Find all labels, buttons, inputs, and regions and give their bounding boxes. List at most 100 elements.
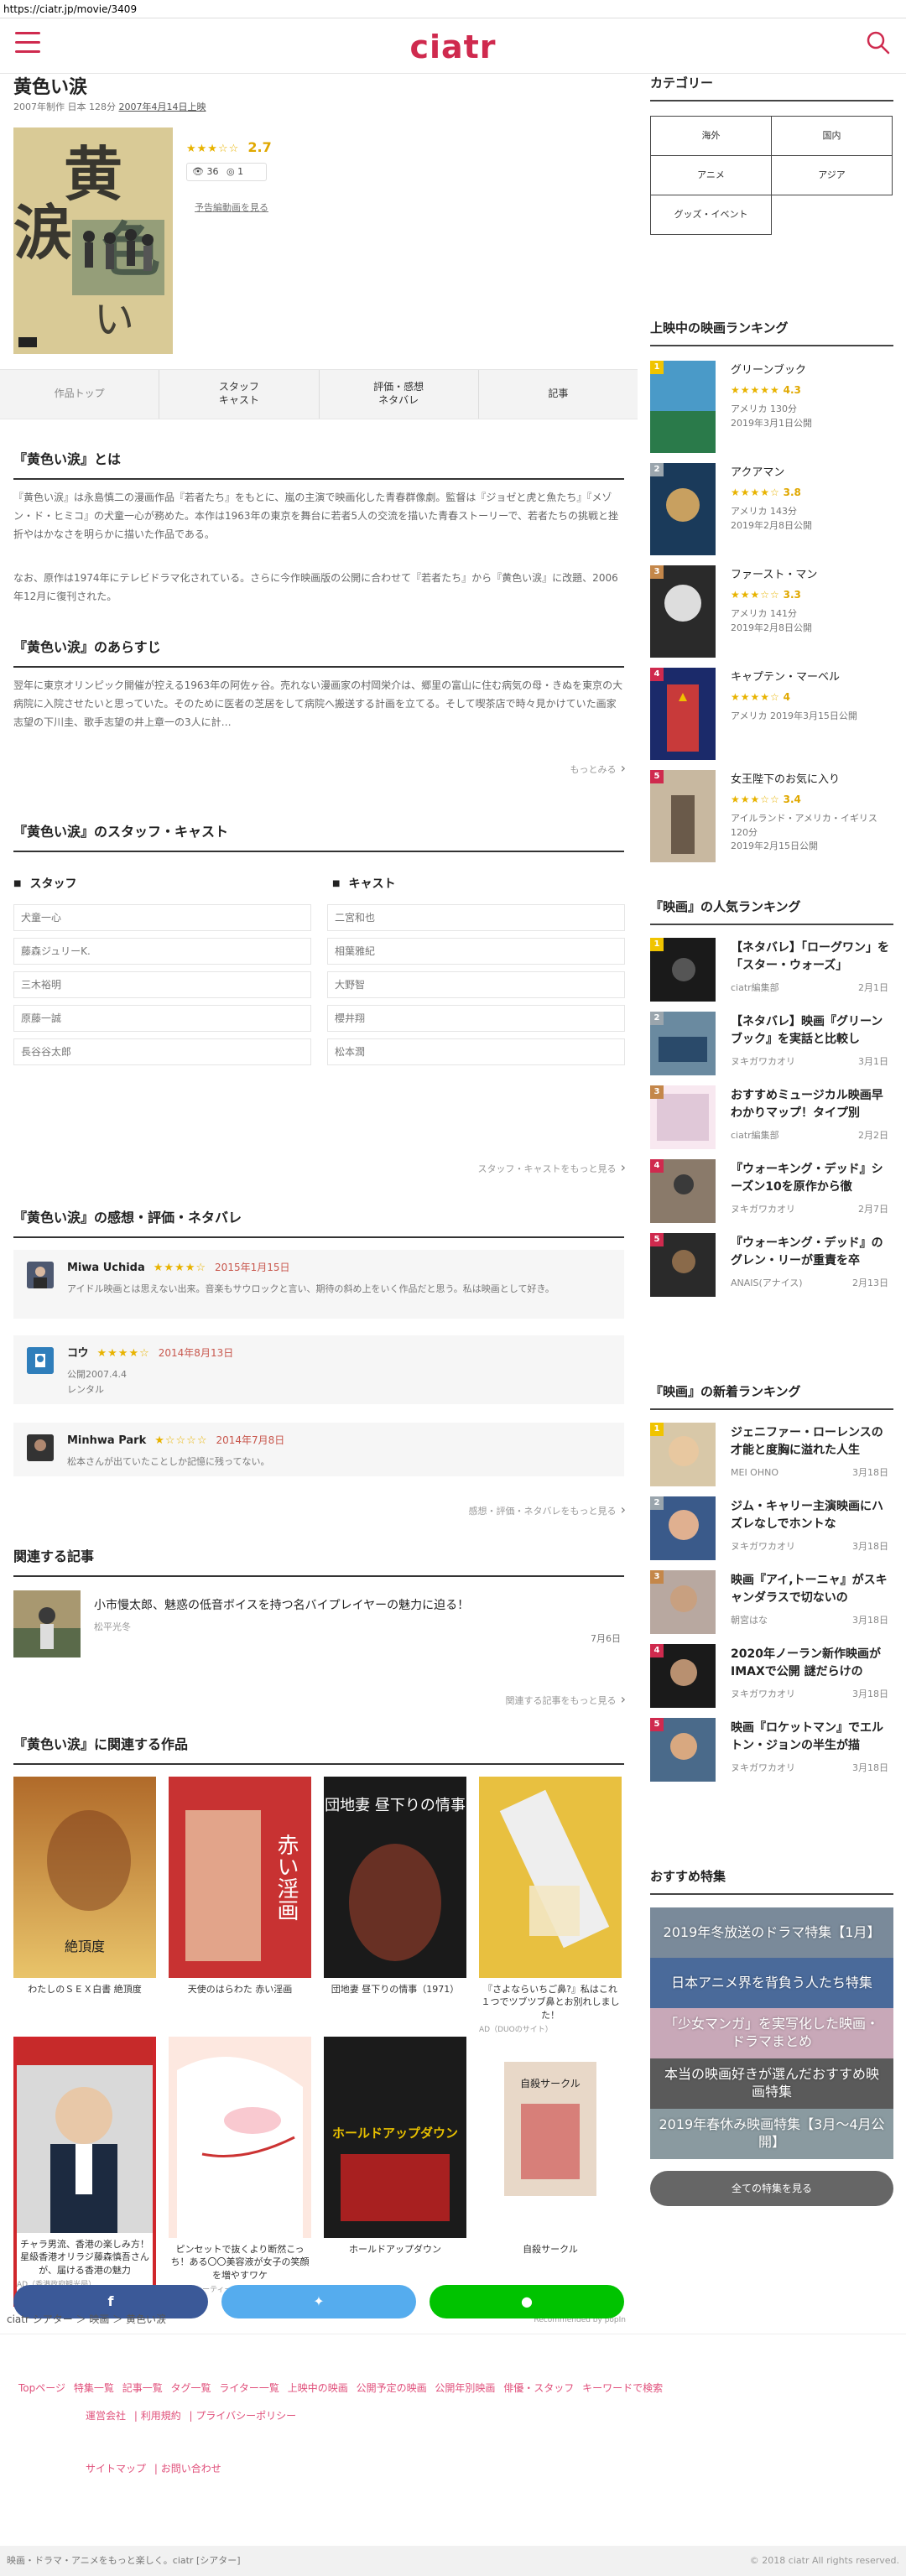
breadcrumb[interactable]: ciatr シアター ＞ 映画 ＞ 黄色い涙 [0,2305,906,2334]
ranking-title[interactable]: グリーンブック [731,362,806,379]
new-item[interactable]: 4 2020年ノーラン新作映画がIMAXで公開 謎だらけの ヌキガワカオリ 3月18日 [650,1644,893,1711]
footer-link[interactable]: 公開予定の映画 [357,2382,427,2394]
category-anime[interactable]: アニメ [650,155,772,195]
related-work-title[interactable]: 自殺サークル [479,2243,622,2256]
footer-link[interactable]: 俳優・スタッフ [503,2382,574,2394]
staff-cast-more-link[interactable]: スタッフ・キャストをもっと見る [478,1158,626,1178]
new-title[interactable]: 映画『アイ,トーニャ』がスキャンダラスで切ないの [731,1572,893,1609]
address-bar[interactable]: https://ciatr.jp/movie/3409 [0,0,906,18]
cast-item[interactable]: 櫻井翔 [327,1005,625,1032]
staff-item[interactable]: 長谷谷太郎 [13,1038,311,1065]
ranking-title[interactable]: アクアマン [731,465,784,481]
site-logo[interactable]: ciatr [0,23,906,71]
feature-banner[interactable]: 本当の映画好きが選んだおすすめ映画特集 [650,2058,893,2109]
new-title[interactable]: 映画『ロケットマン』でエルトン・ジョンの半生が描 [731,1720,893,1756]
ranking-title[interactable]: ファースト・マン [731,567,817,584]
related-work-title[interactable]: チャラ男流、香港の楽しみ方！星級香港オリラジ藤森慎吾さんが、届ける香港の魅力 [17,2238,153,2277]
footer-link[interactable]: 記事一覧 [122,2382,163,2394]
related-work-title[interactable]: 『さよならいちご鼻?』私はこれ１つでツブツブ鼻とお別れしました！ [479,1983,622,2022]
tab-top[interactable]: 作品トップ [0,370,160,419]
tab-reviews[interactable]: 評価・感想 ネタバレ [320,370,479,419]
related-work-title[interactable]: ピンセットで抜くより断然こっち！ある〇〇美容液が女子の笑顔を増やすワケ [169,2243,311,2282]
footer-link[interactable]: 上映中の映画 [288,2382,348,2394]
footer-link[interactable]: プライバシーポリシー [195,2410,296,2422]
feature-banner[interactable]: 2019年春休み映画特集【3月〜4月公開】 [650,2109,893,2159]
footer-link[interactable]: 利用規約 [141,2410,181,2422]
popular-item[interactable]: 2 【ネタバレ】映画『グリーンブック』を実話と比較し ヌキガワカオリ 3月1日 [650,1012,893,1079]
new-item[interactable]: 5 映画『ロケットマン』でエルトン・ジョンの半生が描 ヌキガワカオリ 3月18日 [650,1718,893,1785]
reviews-more-link[interactable]: 感想・評価・ネタバレをもっと見る [469,1500,626,1520]
ranking-item[interactable]: 5 女王陛下のお気に入り ★★★☆☆ 3.4 アイルランド・アメリカ・イギリス … [650,770,893,871]
review-item[interactable]: Minhwa Park ★☆☆☆☆ 2014年7月8日 松本さんが出ていたことしか記… [13,1423,624,1476]
search-icon[interactable] [866,30,891,55]
category-overseas[interactable]: 海外 [650,116,772,156]
feature-banner[interactable]: 日本アニメ界を背負う人たち特集 [650,1958,893,2008]
category-domestic[interactable]: 国内 [771,116,893,156]
footer-link[interactable]: 公開年別映画 [435,2382,495,2394]
related-work-title[interactable]: ホールドアップダウン [324,2243,466,2256]
cast-item[interactable]: 松本潤 [327,1038,625,1065]
staff-item[interactable]: 原藤一誠 [13,1005,311,1032]
category-asia[interactable]: アジア [771,155,893,195]
ranking-item[interactable]: 2 アクアマン ★★★★☆ 3.8 アメリカ 143分 2019年2月8日公開 [650,463,893,564]
footer-link[interactable]: お問い合わせ [161,2463,221,2475]
related-work-item[interactable]: 団地妻 昼下りの情事 団地妻 昼下りの情事（1971） [324,1777,466,1996]
new-title[interactable]: ジム・キャリー主演映画にハズレなしでホントな [731,1498,893,1535]
footer-link[interactable]: タグ一覧 [171,2382,211,2394]
ranking-item[interactable]: 3 ファースト・マン ★★★☆☆ 3.3 アメリカ 141分 2019年2月8日… [650,565,893,666]
popular-item[interactable]: 5 『ウォーキング・デッド』のグレン・リーが重責を卒 ANAIS(アナイス) 2月13… [650,1233,893,1300]
footer-link[interactable]: 運営会社 [86,2410,126,2422]
category-goods-events[interactable]: グッズ・イベント [650,195,772,235]
related-work-title[interactable]: 団地妻 昼下りの情事（1971） [324,1983,466,1996]
related-work-title[interactable]: わたしのＳＥＸ白書 絶頂度 [13,1983,156,1996]
cast-item[interactable]: 二宮和也 [327,904,625,931]
ranking-item[interactable]: 1 グリーンブック ★★★★★ 4.3 アメリカ 130分 2019年3月1日公… [650,361,893,461]
new-title[interactable]: 2020年ノーラン新作映画がIMAXで公開 謎だらけの [731,1646,893,1683]
related-work-item[interactable]: 絶頂度 わたしのＳＥＸ白書 絶頂度 [13,1777,156,1996]
reviewer-name[interactable]: コウ [67,1345,88,1362]
related-articles-more-link[interactable]: 関連する記事をもっと見る [506,1689,626,1710]
reviewer-name[interactable]: Minhwa Park [67,1433,146,1449]
popular-title[interactable]: 【ネタバレ】「ローグワン」を「スター・ウォーズ」 [731,939,893,976]
feature-banner[interactable]: 「少女マンガ」を実写化した映画・ドラマまとめ [650,2008,893,2058]
new-item[interactable]: 1 ジェニファー・ローレンスの才能と度胸に溢れた人生 MEI OHNO 3月18日 [650,1423,893,1490]
popular-title[interactable]: 『ウォーキング・デッド』シーズン10を原作から徹 [731,1161,893,1198]
footer-link[interactable]: Topページ [18,2382,65,2394]
ranking-title[interactable]: 女王陛下のお気に入り [731,772,840,788]
related-work-item[interactable]: ピンセットで抜くより断然こっち！ある〇〇美容液が女子の笑顔を増やすワケ AD（ビ… [169,2037,311,2297]
popular-item[interactable]: 3 おすすめミュージカル映画早わかりマップ！タイプ別 ciatr編集部 2月2日 [650,1085,893,1153]
popular-item[interactable]: 4 『ウォーキング・デッド』シーズン10を原作から徹 ヌキガワカオリ 2月7日 [650,1159,893,1226]
related-work-item[interactable]: 自殺サークル 自殺サークル [479,2037,622,2256]
related-work-item[interactable]: ホールドアップダウン ホールドアップダウン [324,2037,466,2256]
popular-title[interactable]: 【ネタバレ】映画『グリーンブック』を実話と比較し [731,1013,893,1050]
popular-title[interactable]: おすすめミュージカル映画早わかりマップ！タイプ別 [731,1087,893,1124]
related-work-title[interactable]: 天使のはらわた 赤い淫画 [169,1983,311,1996]
footer-link[interactable]: ライター一覧 [219,2382,279,2394]
review-item[interactable]: コウ ★★★★☆ 2014年8月13日 公開2007.4.4 レンタル [13,1335,624,1404]
popular-title[interactable]: 『ウォーキング・デッド』のグレン・リーが重責を卒 [731,1235,893,1272]
cast-item[interactable]: 大野智 [327,971,625,998]
staff-item[interactable]: 三木裕明 [13,971,311,998]
trailer-link[interactable]: 予告編動画を見る [195,201,268,216]
footer-link[interactable]: 特集一覧 [74,2382,114,2394]
reviewer-name[interactable]: Miwa Uchida [67,1260,145,1277]
staff-item[interactable]: 藤森ジュリーK. [13,938,311,965]
related-work-item[interactable]: 赤い淫画 天使のはらわた 赤い淫画 [169,1777,311,1996]
feature-banner[interactable]: 2019年冬放送のドラマ特集【1月】 [650,1907,893,1958]
related-article-item[interactable]: 小市慢太郎、魅惑の低音ボイスを持つ名バイプレイヤーの魅力に迫る！ 松平光冬 7月… [13,1590,626,1663]
new-item[interactable]: 2 ジム・キャリー主演映画にハズレなしでホントな ヌキガワカオリ 3月18日 [650,1496,893,1564]
new-item[interactable]: 3 映画『アイ,トーニャ』がスキャンダラスで切ないの 朝宮はな 3月18日 [650,1570,893,1637]
all-features-button[interactable]: 全ての特集を見る [650,2171,893,2206]
article-title[interactable]: 小市慢太郎、魅惑の低音ボイスを持つ名バイプレイヤーの魅力に迫る！ [94,1597,469,1615]
ranking-item[interactable]: 4 キャプテン・マーベル ★★★★☆ 4 アメリカ 2019年3月15日公開 [650,668,893,768]
synopsis-more-link[interactable]: もっとみる [570,758,626,778]
footer-link[interactable]: サイトマップ [86,2463,146,2475]
tab-articles[interactable]: 記事 [479,370,638,419]
tab-staff-cast[interactable]: スタッフ キャスト [159,370,320,419]
new-title[interactable]: ジェニファー・ローレンスの才能と度胸に溢れた人生 [731,1424,893,1461]
staff-item[interactable]: 犬童一心 [13,904,311,931]
ranking-title[interactable]: キャプテン・マーベル [731,669,840,686]
footer-link[interactable]: キーワードで検索 [582,2382,663,2394]
cast-item[interactable]: 相葉雅紀 [327,938,625,965]
related-work-item[interactable]: 『さよならいちご鼻?』私はこれ１つでツブツブ鼻とお別れしました！ AD（DUOの… [479,1777,622,2037]
